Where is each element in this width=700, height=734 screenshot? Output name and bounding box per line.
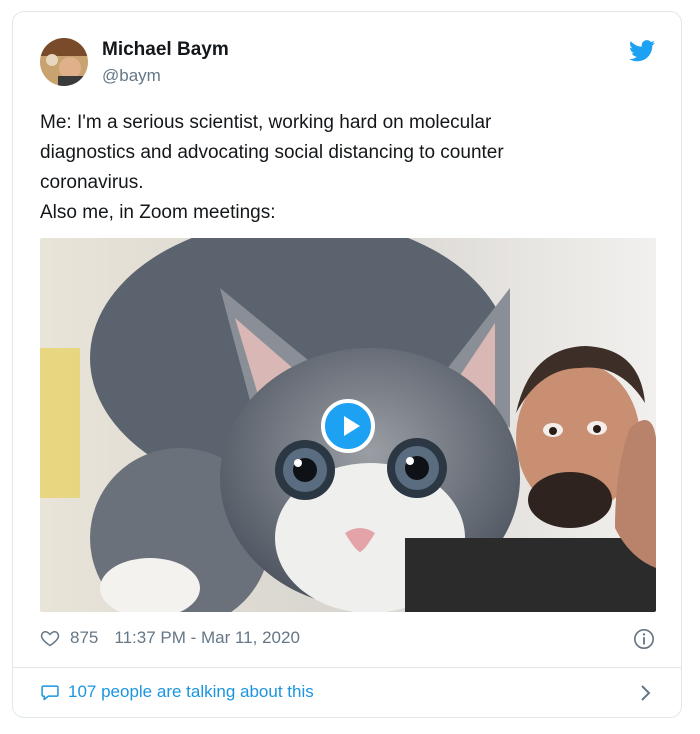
- divider: [13, 667, 681, 668]
- tweet-line: Me: I'm a serious scientist, working har…: [40, 112, 492, 133]
- author-avatar[interactable]: [40, 38, 88, 86]
- like-count[interactable]: 875: [70, 628, 98, 648]
- conversation-link[interactable]: 107 people are talking about this: [40, 682, 314, 702]
- chevron-right-icon[interactable]: [639, 684, 651, 702]
- author-handle[interactable]: @baym: [102, 66, 161, 86]
- speech-bubble-icon: [41, 685, 59, 701]
- tweet-line: coronavirus.: [40, 172, 144, 193]
- play-icon[interactable]: [321, 399, 375, 453]
- heart-icon[interactable]: [40, 628, 60, 648]
- conversation-label: 107 people are talking about this: [68, 682, 314, 701]
- tweet-line: diagnostics and advocating social distan…: [40, 142, 504, 163]
- tweet-card: Michael Baym @baym Me: I'm a serious sci…: [12, 11, 682, 718]
- info-icon[interactable]: [633, 628, 655, 650]
- twitter-bird-icon[interactable]: [629, 40, 655, 62]
- author-name[interactable]: Michael Baym: [102, 39, 229, 61]
- video-thumbnail[interactable]: [40, 238, 656, 612]
- tweet-text: Me: I'm a serious scientist, working har…: [40, 108, 650, 228]
- tweet-meta: 875 11:37 PM - Mar 11, 2020: [40, 628, 300, 648]
- tweet-timestamp[interactable]: 11:37 PM - Mar 11, 2020: [114, 628, 300, 648]
- tweet-line: Also me, in Zoom meetings:: [40, 202, 276, 223]
